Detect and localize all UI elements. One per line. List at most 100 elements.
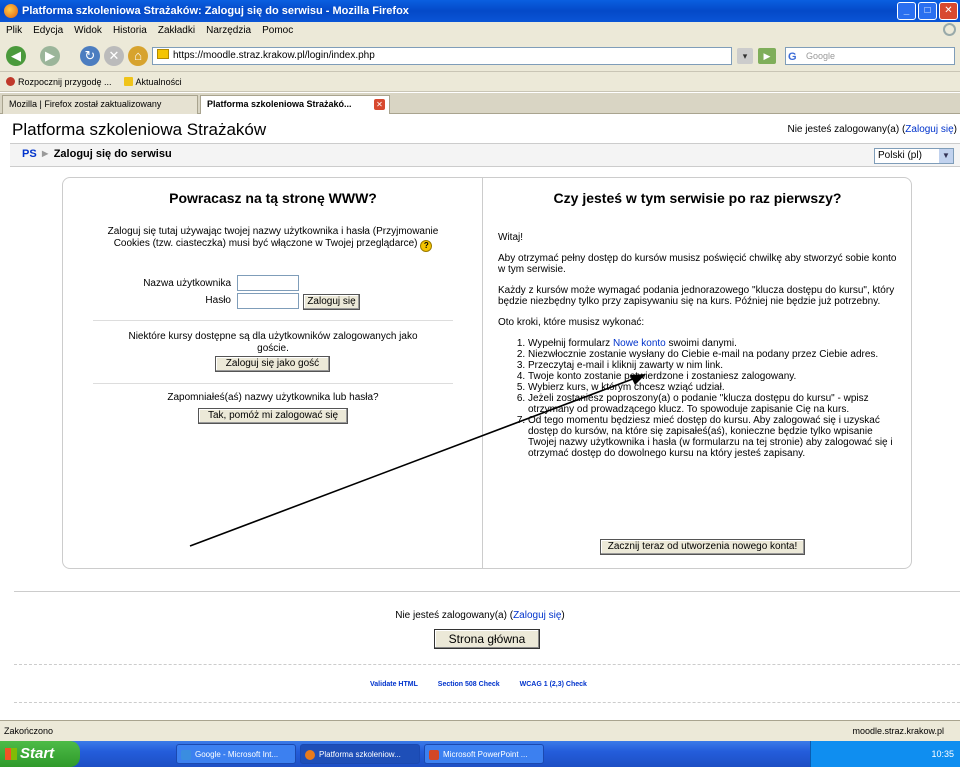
menu-view[interactable]: Widok xyxy=(74,25,102,36)
search-box[interactable]: G Google xyxy=(785,47,955,65)
language-value: Polski (pl) xyxy=(878,150,922,161)
guest-text: Niektóre kursy dostępne są dla użytkowni… xyxy=(128,331,418,354)
help-icon[interactable]: ? xyxy=(420,240,433,252)
step-4: Twoje konto zostanie potwierdzone i zost… xyxy=(528,371,898,382)
password-label: Hasło xyxy=(205,295,231,306)
instructions-p2: Każdy z kursów może wymagać podania jedn… xyxy=(498,285,895,307)
task-powerpoint[interactable]: Microsoft PowerPoint ... xyxy=(424,744,544,764)
guest-login-button[interactable]: Zaloguj się jako gość xyxy=(215,356,330,372)
start-button[interactable]: Start xyxy=(0,741,80,767)
menu-bookmarks[interactable]: Zakładki xyxy=(158,25,195,36)
menu-bar: Plik Edycja Widok Historia Zakładki Narz… xyxy=(0,22,960,38)
clock: 10:35 xyxy=(931,749,954,759)
navigation-toolbar: ◀ ▶ ↻ ✕ ⌂ https://moodle.straz.krakow.pl… xyxy=(0,38,960,72)
rss-icon[interactable]: ▾ xyxy=(737,48,753,64)
maximize-button[interactable]: □ xyxy=(918,2,937,20)
bookmarks-bar: Rozpocznij przygodę ... Aktualności xyxy=(0,72,960,92)
welcome-text: Witaj! xyxy=(498,232,523,243)
divider xyxy=(93,320,453,321)
address-bar[interactable]: https://moodle.straz.krakow.pl/login/ind… xyxy=(152,47,732,65)
url-text: https://moodle.straz.krakow.pl/login/ind… xyxy=(173,50,375,61)
menu-help[interactable]: Pomoc xyxy=(262,25,293,36)
close-window-button[interactable]: ✕ xyxy=(939,2,958,20)
powerpoint-icon xyxy=(429,750,439,760)
returning-user-panel: Powracasz na tą stronę WWW? Zaloguj się … xyxy=(63,178,483,568)
login-button[interactable]: Zaloguj się xyxy=(303,294,360,310)
instructions-p3: Oto kroki, które musisz wykonać: xyxy=(498,317,645,328)
tab-strip: Mozilla | Firefox został zaktualizowany … xyxy=(0,93,960,114)
username-input[interactable] xyxy=(237,275,299,291)
bookmark-label: Rozpocznij przygodę ... xyxy=(18,76,112,87)
tab-firefox-updated[interactable]: Mozilla | Firefox został zaktualizowany xyxy=(2,95,198,114)
status-bar: Zakończono moodle.straz.krakow.pl xyxy=(0,720,960,741)
windows-taskbar: Start Google - Microsoft Int... Platform… xyxy=(0,741,960,767)
new-user-instructions: Witaj! Aby otrzymać pełny dostęp do kurs… xyxy=(498,232,898,459)
bookmark-news[interactable]: Aktualności xyxy=(123,76,182,87)
status-host: moodle.straz.krakow.pl xyxy=(852,726,944,736)
status-text: Zakończono xyxy=(4,726,54,736)
go-icon[interactable]: ▶ xyxy=(758,48,776,64)
window-titlebar: Platforma szkoleniowa Strażaków: Zaloguj… xyxy=(0,0,960,22)
step-5: Wybierz kurs, w którym chcesz wziąć udzi… xyxy=(528,382,898,393)
wcag-link[interactable]: WCAG 1 (2,3) Check xyxy=(520,681,587,688)
login-link[interactable]: Zaloguj się xyxy=(905,124,953,135)
footer-login-link[interactable]: Zaloguj się xyxy=(513,610,561,621)
minimize-button[interactable]: _ xyxy=(897,2,916,20)
footer-divider xyxy=(14,664,960,665)
bookmark-label: Aktualności xyxy=(135,76,182,87)
instructions-p1: Aby otrzymać pełny dostęp do kursów musi… xyxy=(498,253,897,275)
firefox-icon xyxy=(305,750,315,760)
returning-heading: Powracasz na tą stronę WWW? xyxy=(169,190,377,206)
login-intro: Zaloguj się tutaj używając twojej nazwy … xyxy=(107,226,439,252)
breadcrumb-home-link[interactable]: PS xyxy=(22,148,37,160)
home-button[interactable]: Strona główna xyxy=(434,629,540,649)
create-account-button[interactable]: Zacznij teraz od utworzenia nowego konta… xyxy=(600,539,805,555)
new-user-heading: Czy jesteś w tym serwisie po raz pierwsz… xyxy=(553,190,842,206)
reload-icon[interactable]: ↻ xyxy=(80,46,100,66)
close-tab-icon[interactable]: ✕ xyxy=(374,99,385,110)
tab-label: Platforma szkoleniowa Strażakó... xyxy=(207,99,352,109)
footer-login-info: Nie jesteś zalogowany(a) (Zaloguj się) xyxy=(395,610,565,621)
back-icon[interactable]: ◀ xyxy=(6,46,26,66)
menu-edit[interactable]: Edycja xyxy=(33,25,63,36)
step-6: Jeżeli zostaniesz poproszony(a) o podani… xyxy=(528,393,898,415)
step-7: Od tego momentu będziesz mieć dostęp do … xyxy=(528,415,898,459)
firefox-icon xyxy=(6,77,15,86)
menu-history[interactable]: Historia xyxy=(113,25,147,36)
tab-platforma[interactable]: Platforma szkoleniowa Strażakó... ✕ xyxy=(200,95,390,114)
task-platforma[interactable]: Platforma szkoleniow... xyxy=(300,744,420,764)
password-input[interactable] xyxy=(237,293,299,309)
window-title: Platforma szkoleniowa Strażaków: Zaloguj… xyxy=(22,5,409,17)
steps-list: Wypełnij formularz Nowe konto swoimi dan… xyxy=(498,338,898,459)
language-select[interactable]: Polski (pl) ▼ xyxy=(874,148,954,164)
throbber-icon xyxy=(943,23,956,36)
new-account-link[interactable]: Nowe konto xyxy=(613,338,666,349)
forgot-password-button[interactable]: Tak, pomóż mi zalogować się xyxy=(198,408,348,424)
section508-link[interactable]: Section 508 Check xyxy=(438,681,500,688)
breadcrumb-bar: PS ► Zaloguj się do serwisu Polski (pl) … xyxy=(10,143,960,167)
menu-tools[interactable]: Narzędzia xyxy=(206,25,251,36)
forward-icon[interactable]: ▶ xyxy=(40,46,60,66)
google-icon: G xyxy=(788,51,797,63)
step-1: Wypełnij formularz Nowe konto swoimi dan… xyxy=(528,338,898,349)
step-3: Przeczytaj e-mail i kliknij zawarty w ni… xyxy=(528,360,898,371)
search-placeholder: Google xyxy=(806,51,836,61)
step-2: Niezwłocznie zostanie wysłany do Ciebie … xyxy=(528,349,898,360)
bookmark-getting-started[interactable]: Rozpocznij przygodę ... xyxy=(6,77,112,87)
system-tray: 10:35 xyxy=(810,741,960,767)
ie-icon xyxy=(181,750,191,760)
home-icon[interactable]: ⌂ xyxy=(128,46,148,66)
validate-html-link[interactable]: Validate HTML xyxy=(370,681,418,688)
breadcrumb-current: Zaloguj się do serwisu xyxy=(53,148,172,160)
task-google-ie[interactable]: Google - Microsoft Int... xyxy=(176,744,296,764)
new-user-panel: Czy jesteś w tym serwisie po raz pierwsz… xyxy=(484,178,911,568)
validator-links: Validate HTML Section 508 Check WCAG 1 (… xyxy=(370,681,605,688)
login-info: Nie jesteś zalogowany(a) (Zaloguj się) xyxy=(787,124,957,135)
divider xyxy=(93,383,453,384)
stop-icon[interactable]: ✕ xyxy=(104,46,124,66)
folder-icon xyxy=(123,77,133,86)
firefox-icon xyxy=(4,4,18,18)
tab-label: Mozilla | Firefox został zaktualizowany xyxy=(9,99,162,109)
menu-file[interactable]: Plik xyxy=(6,25,22,36)
username-label: Nazwa użytkownika xyxy=(143,278,231,289)
